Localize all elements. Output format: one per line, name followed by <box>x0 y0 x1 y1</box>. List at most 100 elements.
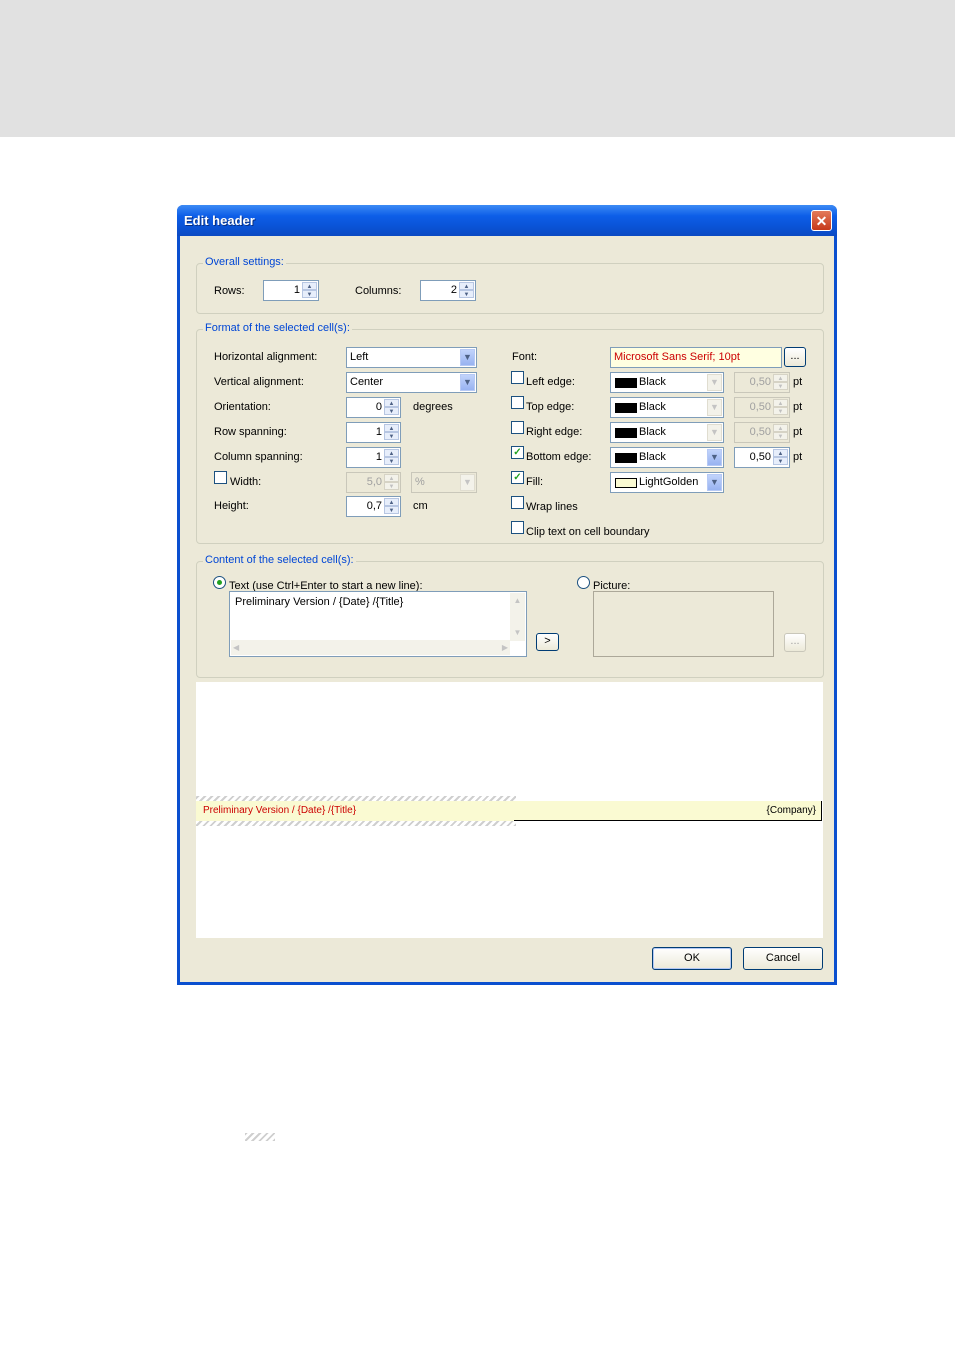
chevron-down-icon[interactable]: ▼ <box>460 474 475 491</box>
spin-up-icon[interactable]: ▲ <box>773 399 788 407</box>
spin-up-icon[interactable]: ▲ <box>384 449 399 457</box>
text-radio[interactable] <box>213 576 226 589</box>
clip-text-checkbox[interactable] <box>511 521 524 534</box>
horizontal-scrollbar[interactable]: ◀ ▶ <box>231 640 510 655</box>
wrap-lines-checkbox[interactable] <box>511 496 524 509</box>
spin-up-icon[interactable]: ▲ <box>773 424 788 432</box>
valign-label: Vertical alignment: <box>214 376 304 388</box>
format-group-label: Format of the selected cell(s): <box>203 322 352 334</box>
dialog-client-area: Overall settings: Rows: 1 ▲ ▼ Columns: 2 … <box>180 236 834 982</box>
right-edge-spin[interactable]: ▲ ▼ <box>773 424 788 441</box>
height-spin[interactable]: ▲ ▼ <box>384 498 399 515</box>
spin-up-icon[interactable]: ▲ <box>384 424 399 432</box>
spin-up-icon[interactable]: ▲ <box>384 474 399 482</box>
rows-spin[interactable]: ▲ ▼ <box>302 282 317 299</box>
rowspan-spin[interactable]: ▲ ▼ <box>384 424 399 441</box>
spin-down-icon[interactable]: ▼ <box>384 407 399 415</box>
spin-down-icon[interactable]: ▼ <box>384 457 399 465</box>
scroll-right-icon[interactable]: ▶ <box>502 640 508 655</box>
picture-radio[interactable] <box>577 576 590 589</box>
spin-up-icon[interactable]: ▲ <box>773 374 788 382</box>
right-edge-checkbox[interactable] <box>511 421 524 434</box>
spin-up-icon[interactable]: ▲ <box>302 282 317 290</box>
scroll-left-icon[interactable]: ◀ <box>233 640 239 655</box>
left-edge-color-select[interactable]: Black ▼ <box>610 372 724 393</box>
top-edge-spin[interactable]: ▲ ▼ <box>773 399 788 416</box>
width-spin[interactable]: ▲ ▼ <box>384 474 399 491</box>
halign-select[interactable]: Left ▼ <box>346 347 477 368</box>
right-edge-color-select[interactable]: Black ▼ <box>610 422 724 443</box>
bottom-edge-label: Bottom edge: <box>526 451 592 463</box>
spin-down-icon[interactable]: ▼ <box>302 290 317 298</box>
left-edge-width-stepper[interactable]: 0,50 ▲ ▼ <box>734 372 790 393</box>
spin-down-icon[interactable]: ▼ <box>384 432 399 440</box>
rows-stepper[interactable]: 1 ▲ ▼ <box>263 280 319 301</box>
height-stepper[interactable]: 0,7 ▲ ▼ <box>346 496 401 517</box>
colspan-spin[interactable]: ▲ ▼ <box>384 449 399 466</box>
preview-cell-1[interactable]: Preliminary Version / {Date} /{Title} <box>196 801 514 821</box>
font-field[interactable]: Microsoft Sans Serif; 10pt <box>610 347 782 368</box>
bottom-edge-spin[interactable]: ▲ ▼ <box>773 449 788 466</box>
fill-checkbox[interactable]: ✓ <box>511 471 524 484</box>
width-unit-value: % <box>415 476 425 488</box>
chevron-down-icon[interactable]: ▼ <box>460 374 475 391</box>
width-checkbox[interactable] <box>214 471 227 484</box>
right-edge-width-stepper[interactable]: 0,50 ▲ ▼ <box>734 422 790 443</box>
picture-browse-button[interactable]: ... <box>784 633 806 652</box>
spin-up-icon[interactable]: ▲ <box>384 498 399 506</box>
colspan-stepper[interactable]: 1 ▲ ▼ <box>346 447 401 468</box>
title-bar[interactable]: Edit header ✕ <box>177 205 837 236</box>
chevron-down-icon[interactable]: ▼ <box>707 474 722 491</box>
top-edge-checkbox[interactable] <box>511 396 524 409</box>
spin-down-icon[interactable]: ▼ <box>773 432 788 440</box>
fill-color-select[interactable]: LightGolden ▼ <box>610 472 724 493</box>
orientation-stepper[interactable]: 0 ▲ ▼ <box>346 397 401 418</box>
top-edge-width-stepper[interactable]: 0,50 ▲ ▼ <box>734 397 790 418</box>
cancel-button[interactable]: Cancel <box>743 947 823 970</box>
spin-up-icon[interactable]: ▲ <box>459 282 474 290</box>
spin-down-icon[interactable]: ▼ <box>384 506 399 514</box>
spin-down-icon[interactable]: ▼ <box>773 457 788 465</box>
spin-down-icon[interactable]: ▼ <box>384 482 399 490</box>
left-edge-width-value: 0,50 <box>749 376 771 388</box>
rowspan-stepper[interactable]: 1 ▲ ▼ <box>346 422 401 443</box>
bottom-edge-color-select[interactable]: Black ▼ <box>610 447 724 468</box>
font-value: Microsoft Sans Serif; 10pt <box>614 351 740 363</box>
bottom-edge-width-stepper[interactable]: 0,50 ▲ ▼ <box>734 447 790 468</box>
spin-up-icon[interactable]: ▲ <box>773 449 788 457</box>
bottom-edge-width-value: 0,50 <box>749 451 771 463</box>
scroll-up-icon[interactable]: ▲ <box>510 593 525 609</box>
insert-field-button[interactable]: > <box>536 633 559 651</box>
chevron-down-icon[interactable]: ▼ <box>707 424 722 441</box>
left-edge-spin[interactable]: ▲ ▼ <box>773 374 788 391</box>
spin-up-icon[interactable]: ▲ <box>384 399 399 407</box>
width-stepper[interactable]: 5,0 ▲ ▼ <box>346 472 401 493</box>
left-edge-unit: pt <box>793 376 803 388</box>
right-edge-label: Right edge: <box>526 426 583 438</box>
ok-button[interactable]: OK <box>652 947 732 970</box>
chevron-down-icon[interactable]: ▼ <box>707 374 722 391</box>
bottom-edge-checkbox[interactable]: ✓ <box>511 446 524 459</box>
vertical-scrollbar[interactable]: ▲ ▼ <box>510 593 525 641</box>
chevron-down-icon[interactable]: ▼ <box>460 349 475 366</box>
left-edge-checkbox[interactable] <box>511 371 524 384</box>
close-button[interactable]: ✕ <box>811 210 832 231</box>
font-browse-button[interactable]: ... <box>784 347 806 367</box>
width-unit-select[interactable]: % ▼ <box>411 472 477 493</box>
orientation-spin[interactable]: ▲ ▼ <box>384 399 399 416</box>
chevron-down-icon[interactable]: ▼ <box>707 449 722 466</box>
spin-down-icon[interactable]: ▼ <box>773 382 788 390</box>
right-edge-color-value: Black <box>639 426 666 438</box>
spin-down-icon[interactable]: ▼ <box>459 290 474 298</box>
chevron-down-icon[interactable]: ▼ <box>707 399 722 416</box>
columns-stepper[interactable]: 2 ▲ ▼ <box>420 280 476 301</box>
colspan-value: 1 <box>375 451 382 463</box>
columns-spin[interactable]: ▲ ▼ <box>459 282 474 299</box>
spin-down-icon[interactable]: ▼ <box>773 407 788 415</box>
scroll-down-icon[interactable]: ▼ <box>510 625 525 641</box>
text-content-textarea[interactable]: Preliminary Version / {Date} /{Title} ▲ … <box>229 591 527 657</box>
halign-value: Left <box>350 351 369 363</box>
edit-header-dialog: Edit header ✕ Overall settings: Rows: 1 … <box>177 205 837 985</box>
top-edge-color-select[interactable]: Black ▼ <box>610 397 724 418</box>
valign-select[interactable]: Center ▼ <box>346 372 477 393</box>
